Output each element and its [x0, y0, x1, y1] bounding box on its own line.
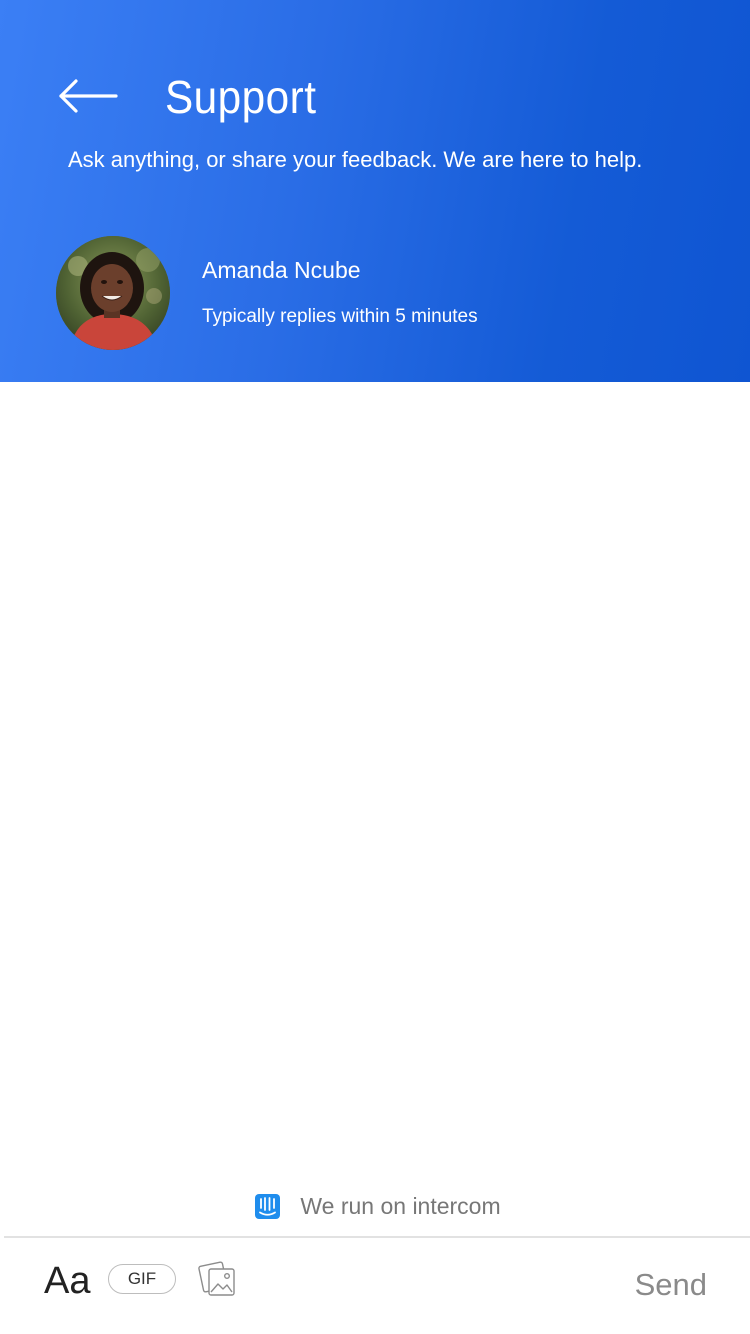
back-button[interactable] [56, 74, 120, 118]
conversation-area[interactable] [0, 382, 750, 1182]
send-button[interactable]: Send [635, 1266, 707, 1304]
header: Support Ask anything, or share your feed… [0, 0, 750, 382]
intercom-branding[interactable]: We run on intercom [0, 1186, 750, 1226]
image-attach-button[interactable] [198, 1260, 238, 1298]
agent-avatar-image [56, 236, 170, 350]
text-format-button[interactable]: Aa [44, 1258, 90, 1304]
agent-reply-time: Typically replies within 5 minutes [202, 306, 478, 327]
gif-button[interactable]: GIF [108, 1264, 176, 1294]
support-chat-screen: Support Ask anything, or share your feed… [0, 0, 750, 1334]
page-title: Support [165, 71, 317, 123]
arrow-left-icon [59, 79, 118, 113]
image-attach-icon [198, 1261, 235, 1296]
avatar [56, 236, 170, 350]
message-composer: Aa GIF Send [0, 1238, 750, 1334]
intercom-logo-icon [255, 1193, 281, 1219]
branding-text: We run on intercom [300, 1192, 501, 1219]
agent-name: Amanda Ncube [202, 257, 361, 283]
branding-link[interactable]: We run on intercom [255, 1192, 501, 1220]
page-subtitle: Ask anything, or share your feedback. We… [68, 147, 643, 172]
